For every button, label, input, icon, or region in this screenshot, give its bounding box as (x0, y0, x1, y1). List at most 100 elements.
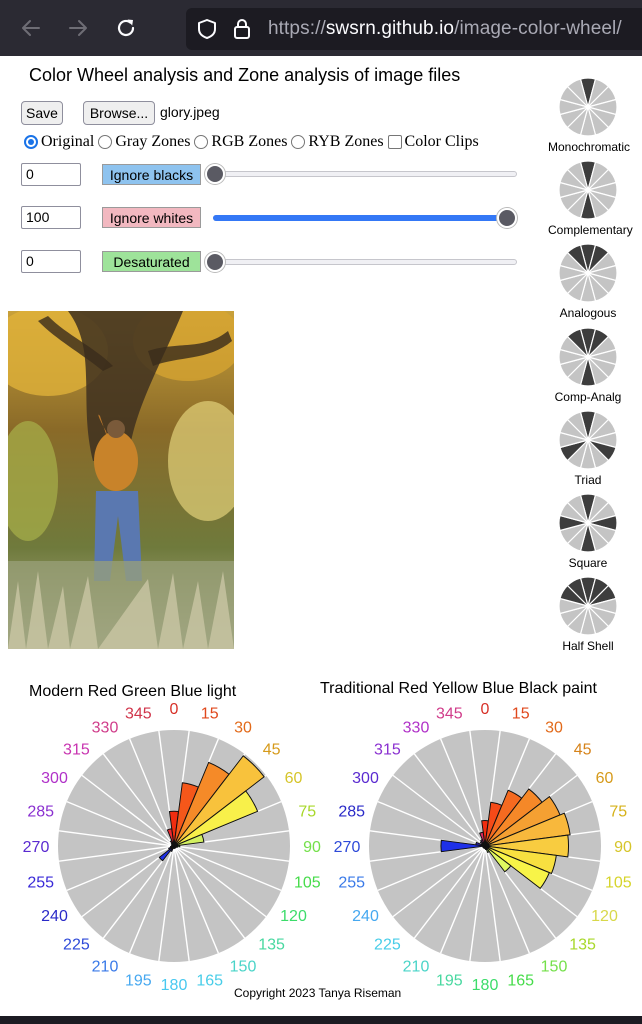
hue-label: 195 (436, 972, 463, 989)
browser-toolbar: https://swsrn.github.io/image-color-whee… (0, 0, 642, 56)
slider-thumb[interactable] (205, 164, 225, 184)
hue-label: 285 (338, 803, 365, 820)
scheme-wheel-icon (558, 243, 618, 303)
hue-label: 75 (298, 803, 316, 820)
scheme-label: Half Shell (562, 639, 614, 654)
hue-label: 30 (234, 720, 252, 737)
scheme-monochromatic[interactable]: Monochromatic (548, 76, 630, 154)
radio-original[interactable] (24, 135, 38, 149)
hue-label: 150 (541, 959, 568, 976)
hue-label: 165 (507, 972, 534, 989)
hue-label: 105 (605, 875, 632, 892)
hue-label: 165 (196, 972, 223, 989)
hue-label: 75 (609, 803, 627, 820)
radio-gray-zones[interactable] (98, 135, 113, 149)
hue-label: 240 (352, 908, 379, 925)
desaturated-input[interactable]: 0 (21, 250, 81, 273)
mode-options: Original Gray Zones RGB Zones RYB Zones … (24, 132, 483, 152)
ignore-whites-input[interactable]: 100 (21, 206, 81, 229)
scheme-wheel-icon (558, 77, 618, 137)
url-bar[interactable]: https://swsrn.github.io/image-color-whee… (186, 8, 642, 50)
hue-wheels: 0 153045607590105120135150165180195210225… (23, 701, 632, 994)
page-content: Color Wheel analysis and Zone analysis o… (0, 56, 642, 1016)
url-text[interactable]: https://swsrn.github.io/image-color-whee… (268, 18, 622, 40)
lock-icon[interactable] (232, 17, 252, 46)
hue-label: 315 (63, 741, 90, 758)
ignore-whites-slider[interactable] (205, 208, 517, 228)
forward-arrow-icon[interactable] (60, 10, 96, 46)
scheme-comp-analg[interactable]: Comp-Analg (548, 326, 628, 404)
radio-original-label[interactable]: Original (41, 133, 94, 151)
hue-wheel-ryb: 0 15 30 4560 75 90 105 120 135150 165 180 195 210225… (334, 701, 632, 994)
hue-label: 180 (472, 977, 499, 994)
hue-label: 90 (303, 839, 321, 856)
scheme-wheel-icon (558, 160, 618, 220)
hue-label: 285 (27, 803, 54, 820)
color-clips-checkbox[interactable] (387, 135, 402, 149)
scheme-wheel-icon (558, 410, 618, 470)
scheme-label: Comp-Analg (554, 389, 622, 404)
scheme-complementary[interactable]: Complementary (548, 159, 633, 237)
hue-label: 315 (374, 741, 401, 758)
ignore-blacks-slider[interactable] (205, 164, 517, 184)
scheme-label: Complementary (548, 223, 633, 238)
radio-ryb-zones[interactable] (291, 135, 306, 149)
scheme-label: Analogous (559, 306, 617, 321)
reload-icon[interactable] (108, 10, 144, 46)
slider-track[interactable] (213, 259, 517, 265)
hue-label: 345 (125, 706, 152, 723)
radio-ryb-zones-label[interactable]: RYB Zones (308, 133, 383, 151)
scheme-analogous[interactable]: Analogous (548, 242, 628, 320)
scheme-label: Square (568, 556, 608, 570)
hue-label: 240 (41, 908, 68, 925)
hue-label: 345 (436, 706, 463, 723)
color-clips-label[interactable]: Color Clips (405, 133, 479, 151)
hue-label: 135 (569, 937, 596, 954)
hue-label: 210 (403, 959, 430, 976)
hue-label: 120 (591, 908, 618, 925)
hue-label: 270 (23, 839, 50, 856)
slider-track[interactable] (213, 171, 517, 177)
hue-label: 120 (280, 908, 307, 925)
hue-label: 0 (170, 701, 179, 718)
hue-label: 150 (230, 959, 257, 976)
radio-rgb-zones-label[interactable]: RGB Zones (211, 133, 287, 151)
slider-thumb[interactable] (497, 208, 517, 228)
hue-label: 135 (258, 937, 285, 954)
desaturated-label: Desaturated (102, 251, 201, 272)
copyright: Copyright 2023 Tanya Riseman (234, 986, 402, 1000)
hue-label: 300 (352, 770, 379, 787)
ignore-blacks-label: Ignore blacks (102, 164, 201, 185)
hue-label: 270 (334, 839, 361, 856)
radio-rgb-zones[interactable] (194, 135, 209, 149)
hue-label: 195 (125, 972, 152, 989)
scheme-label: Triad (574, 472, 602, 487)
ignore-blacks-input[interactable]: 0 (21, 163, 81, 186)
hue-label: 210 (92, 959, 119, 976)
hue-label: 180 (161, 977, 188, 994)
shield-icon[interactable] (196, 18, 218, 45)
save-button[interactable]: Save (21, 101, 63, 125)
url-path: /image-color-wheel/ (454, 18, 622, 39)
url-prefix: https:// (268, 18, 326, 39)
scheme-wheel-icon (558, 576, 618, 636)
scheme-half-shell[interactable]: Half Shell (548, 575, 628, 653)
back-arrow-icon[interactable] (13, 10, 49, 46)
hue-label: 225 (374, 937, 401, 954)
scheme-triad[interactable]: Triad (548, 409, 628, 487)
desaturated-slider[interactable] (205, 252, 517, 272)
browse-button[interactable]: Browse... (83, 101, 155, 125)
hue-label: 45 (263, 741, 281, 758)
scheme-square[interactable]: Square (548, 492, 628, 570)
hue-label: 105 (294, 875, 321, 892)
analyzed-image (8, 311, 234, 649)
hue-label: 225 (63, 937, 90, 954)
ignore-whites-label: Ignore whites (102, 207, 201, 228)
radio-gray-zones-label[interactable]: Gray Zones (115, 133, 190, 151)
slider-thumb[interactable] (205, 252, 225, 272)
hue-label: 330 (92, 720, 119, 737)
hue-label: 300 (41, 770, 68, 787)
hue-label: 90 (614, 839, 632, 856)
hue-label: 60 (596, 770, 614, 787)
hue-label: 255 (338, 875, 365, 892)
